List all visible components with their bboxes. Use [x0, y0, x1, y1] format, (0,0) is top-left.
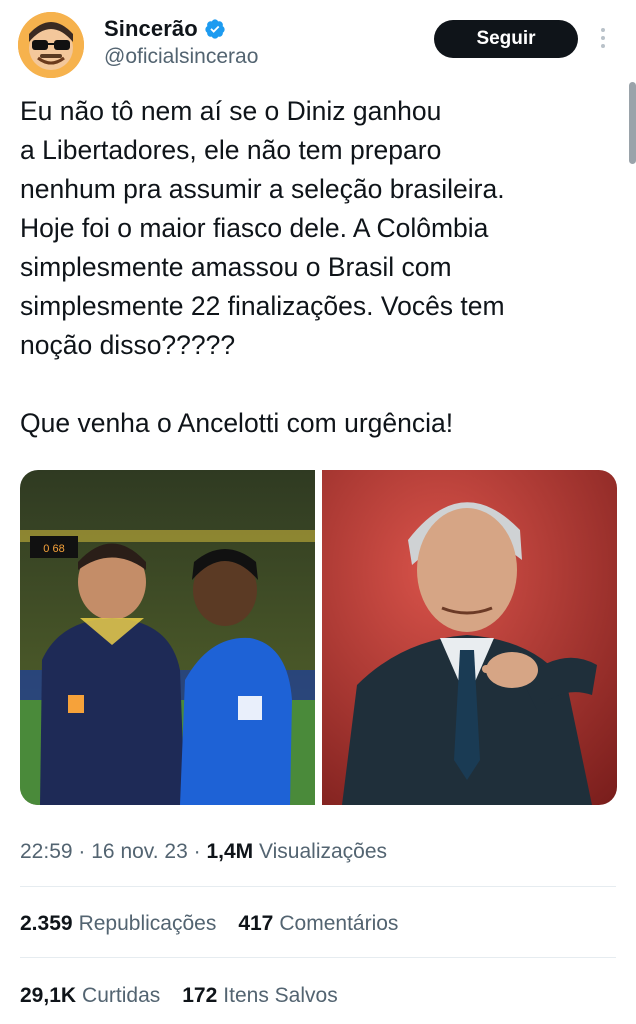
follow-button[interactable]: Seguir — [434, 20, 578, 58]
quotes-count: 417 — [238, 912, 274, 935]
views-count: 1,4M — [206, 840, 254, 863]
tweet-photo-2[interactable] — [322, 470, 617, 805]
avatar[interactable] — [18, 12, 84, 78]
divider — [20, 957, 616, 958]
tweet-meta: 22:59 · 16 nov. 23 · 1,4M Visualizações — [20, 840, 387, 864]
reposts-count: 2.359 — [20, 912, 73, 935]
verified-badge-icon — [205, 19, 225, 39]
more-options-icon[interactable] — [598, 26, 608, 50]
meta-separator: · — [78, 840, 86, 863]
photo-ancelotti-pointing — [322, 470, 617, 805]
scoreboard-text: 0 68 — [43, 543, 64, 555]
stats-row-2: 29,1K Curtidas 172 Itens Salvos — [20, 984, 338, 1008]
bookmarks-label: Itens Salvos — [223, 984, 338, 1007]
quotes-stat[interactable]: 417 Comentários — [238, 912, 398, 936]
reposts-stat[interactable]: 2.359 Republicações — [20, 912, 216, 936]
stats-row-1: 2.359 Republicações 417 Comentários — [20, 912, 398, 936]
tweet-paragraph-2: Que venha o Ancelotti com urgência! — [20, 408, 454, 438]
handle[interactable]: @oficialsincerao — [104, 45, 258, 69]
avatar-face-icon — [18, 12, 84, 78]
likes-label: Curtidas — [82, 984, 161, 1007]
quotes-label: Comentários — [279, 912, 399, 935]
reposts-label: Republicações — [78, 912, 217, 935]
bookmarks-count: 172 — [182, 984, 218, 1007]
display-name[interactable]: Sincerão — [104, 16, 198, 42]
tweet-time[interactable]: 22:59 — [20, 840, 73, 863]
photo-coach-and-player: 0 68 — [20, 470, 315, 805]
scrollbar[interactable] — [629, 82, 636, 164]
tweet-paragraph-1: Eu não tô nem aí se o Diniz ganhou a Lib… — [20, 96, 505, 360]
likes-count: 29,1K — [20, 984, 77, 1007]
tweet-date[interactable]: 16 nov. 23 — [91, 840, 188, 863]
author-name-row[interactable]: Sincerão — [104, 16, 226, 42]
tweet-text: Eu não tô nem aí se o Diniz ganhou a Lib… — [20, 92, 616, 443]
meta-separator: · — [193, 840, 201, 863]
views-label: Visualizações — [259, 840, 388, 863]
bookmarks-stat[interactable]: 172 Itens Salvos — [182, 984, 337, 1008]
likes-stat[interactable]: 29,1K Curtidas — [20, 984, 160, 1008]
divider — [20, 886, 616, 887]
tweet-photo-1[interactable]: 0 68 — [20, 470, 315, 805]
